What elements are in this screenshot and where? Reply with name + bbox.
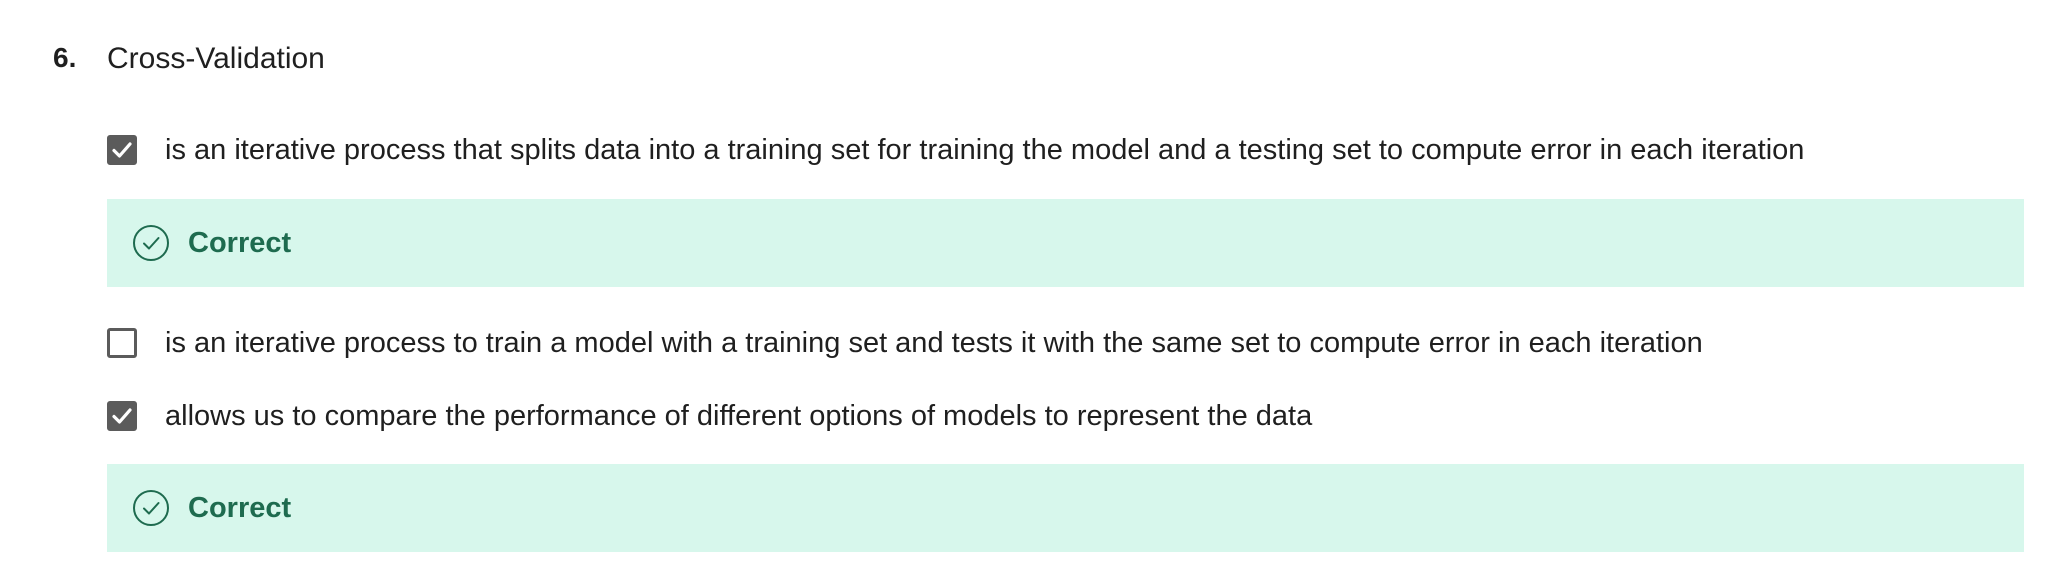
- feedback-label: Correct: [188, 491, 292, 524]
- question-number: 6.: [53, 42, 77, 73]
- option-label: is an iterative process that splits data…: [165, 134, 1805, 166]
- check-circle-icon: [133, 490, 169, 526]
- question-title: Cross-Validation: [107, 42, 325, 75]
- feedback-label: Correct: [188, 226, 292, 259]
- checkbox-option-2[interactable]: [107, 328, 137, 358]
- check-circle-icon: [133, 225, 169, 261]
- answer-option-1[interactable]: is an iterative process that splits data…: [107, 130, 1804, 170]
- checkmark-icon: [112, 142, 132, 158]
- option-label: allows us to compare the performance of …: [165, 400, 1313, 432]
- feedback-correct-option-1: Correct: [107, 199, 2024, 287]
- quiz-question: 6. Cross-Validation is an iterative proc…: [0, 0, 2048, 570]
- answer-option-3[interactable]: allows us to compare the performance of …: [107, 396, 1312, 436]
- checkbox-option-1[interactable]: [107, 135, 137, 165]
- feedback-correct-option-3: Correct: [107, 464, 2024, 552]
- option-label: is an iterative process to train a model…: [165, 327, 1703, 359]
- checkmark-icon: [112, 408, 132, 424]
- answer-option-2[interactable]: is an iterative process to train a model…: [107, 323, 1703, 363]
- checkbox-option-3[interactable]: [107, 401, 137, 431]
